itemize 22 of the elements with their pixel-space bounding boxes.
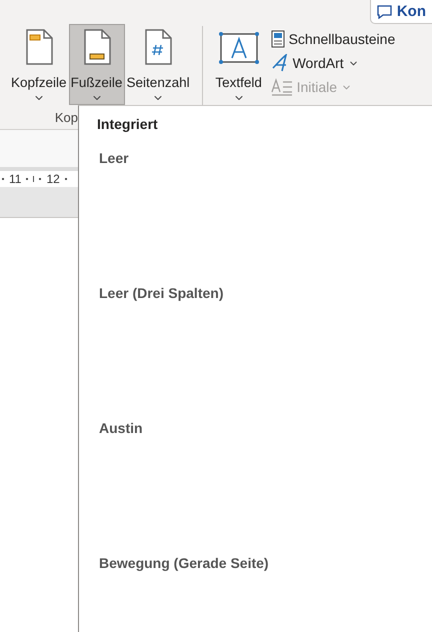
quick-parts-icon: [270, 30, 285, 48]
ruler-number: 11: [9, 172, 22, 186]
footer-option[interactable]: Leer: [99, 150, 432, 166]
gallery-heading: Integriert: [97, 116, 159, 134]
textbox-button[interactable]: Textfeld: [210, 24, 267, 105]
drop-cap-icon: [270, 78, 293, 96]
text-box-icon: [218, 29, 259, 65]
footer-option[interactable]: Bewegung (Gerade Seite): [99, 555, 432, 571]
pagenumber-button[interactable]: Seitenzahl: [124, 24, 192, 105]
quickparts-button[interactable]: Schnellbausteine: [270, 28, 396, 50]
footer-button[interactable]: Fußzeile: [68, 24, 125, 105]
footer-option[interactable]: Leer (Drei Spalten): [99, 285, 432, 301]
comments-button[interactable]: Kon: [370, 0, 432, 24]
page-footer-icon: [82, 29, 112, 65]
wordart-icon: [270, 54, 289, 72]
page-header-icon: [24, 29, 54, 65]
wordart-button[interactable]: WordArt: [270, 52, 396, 74]
page-number-icon: [143, 29, 174, 65]
header-button[interactable]: Kopfzeile: [9, 24, 69, 105]
ruler-number: 12: [46, 172, 60, 186]
comment-icon: [376, 4, 392, 18]
footer-option[interactable]: Austin: [99, 420, 432, 436]
